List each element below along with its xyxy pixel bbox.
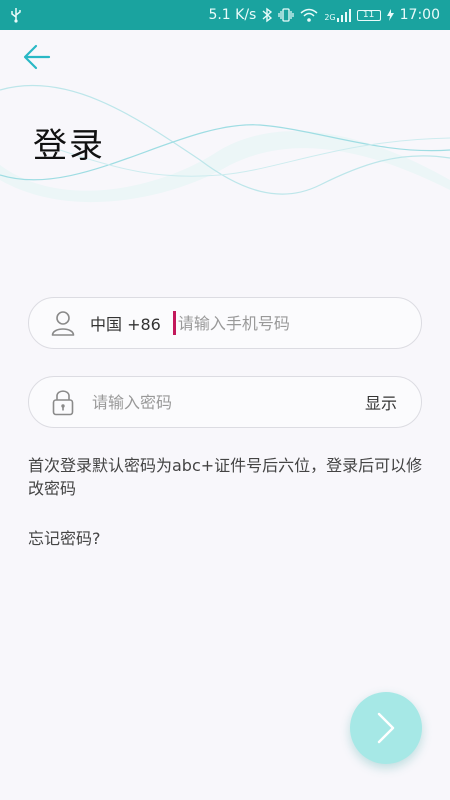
text-cursor — [172, 311, 176, 335]
password-field[interactable]: 显示 — [28, 376, 422, 428]
signal-icon — [336, 8, 351, 22]
charging-icon — [386, 9, 394, 21]
page-title: 登录 — [33, 126, 105, 166]
status-right: 5.1 K/s 2G 11 17:00 — [208, 7, 440, 23]
back-arrow-icon — [23, 44, 51, 70]
phone-input[interactable] — [177, 313, 408, 333]
network-type: 2G — [324, 13, 336, 22]
network-speed: 5.1 K/s — [208, 7, 257, 23]
show-password-button[interactable]: 显示 — [365, 390, 397, 414]
phone-field[interactable]: 中国 +86 — [28, 297, 422, 349]
status-bar: 5.1 K/s 2G 11 17:00 — [0, 0, 450, 30]
chevron-right-icon — [377, 712, 395, 744]
vibrate-icon — [278, 8, 294, 22]
default-password-notice: 首次登录默认密码为abc+证件号后六位，登录后可以修改密码 — [28, 456, 423, 498]
battery-icon: 11 — [356, 9, 381, 21]
status-left — [10, 7, 22, 23]
bluetooth-icon — [262, 7, 273, 23]
next-button[interactable] — [350, 692, 422, 764]
clock: 17:00 — [399, 7, 440, 23]
country-code-selector[interactable]: 中国 +86 — [90, 311, 161, 335]
forgot-password-link[interactable]: 忘记密码? — [28, 525, 101, 549]
password-input[interactable] — [92, 392, 332, 412]
lock-icon — [50, 388, 76, 416]
back-button[interactable] — [20, 40, 54, 74]
usb-icon — [11, 8, 21, 23]
user-icon — [50, 309, 76, 337]
wifi-icon — [300, 8, 318, 22]
